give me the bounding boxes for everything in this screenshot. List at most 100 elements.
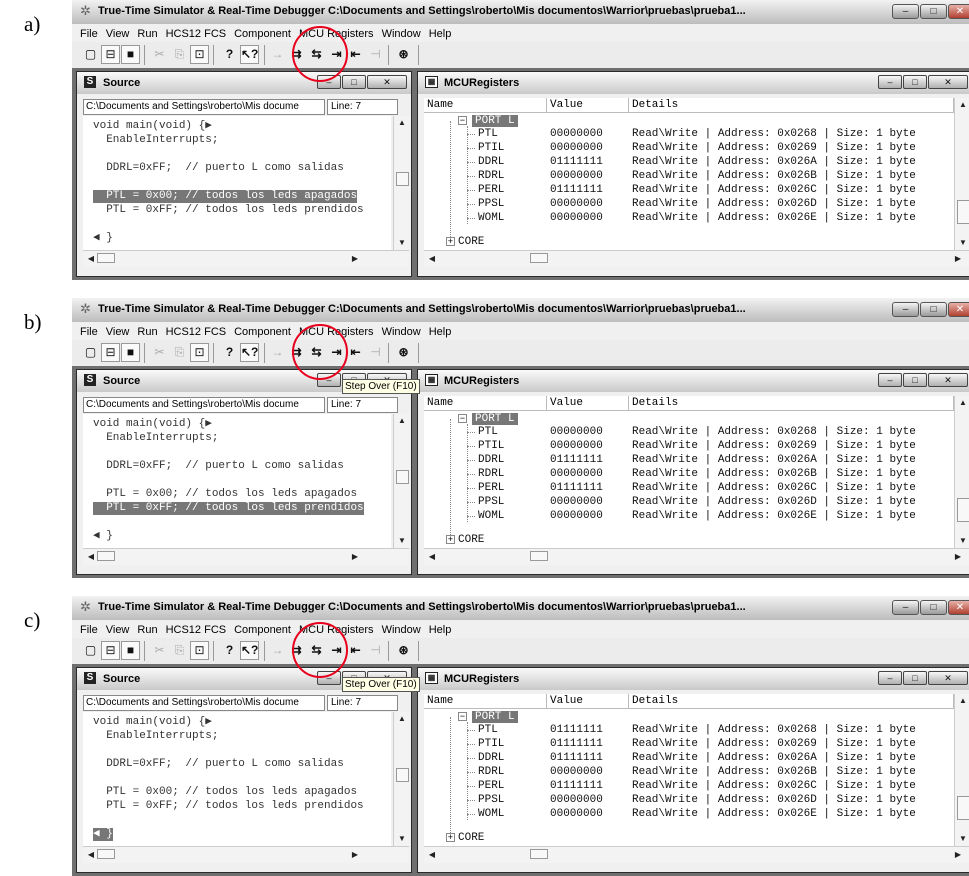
new-file-icon[interactable]: ▢ bbox=[81, 45, 100, 64]
app-close-button[interactable]: ✕ bbox=[948, 600, 969, 615]
assembly-step-icon[interactable]: ⇤ bbox=[346, 45, 365, 64]
column-header-name[interactable]: Name bbox=[424, 694, 547, 709]
scroll-up-icon[interactable]: ▲ bbox=[957, 398, 969, 407]
registers-close-button[interactable]: ✕ bbox=[928, 671, 968, 685]
paste-icon[interactable]: ⊡ bbox=[190, 343, 209, 362]
register-value[interactable]: 01111111 bbox=[550, 184, 603, 196]
scroll-thumb[interactable] bbox=[530, 849, 548, 859]
app-close-button[interactable]: ✕ bbox=[948, 302, 969, 317]
register-row-woml[interactable]: WOML 00000000 Read\Write | Address: 0x026E… bbox=[424, 212, 954, 224]
source-code-area[interactable]: void main(void) {▶ EnableInterrupts; DDR… bbox=[83, 116, 391, 250]
register-row-ppsl[interactable]: PPSL 00000000 Read\Write | Address: 0x026D… bbox=[424, 794, 954, 806]
source-horizontal-scrollbar[interactable]: ◀ ▶ bbox=[83, 250, 409, 267]
scroll-down-icon[interactable]: ▼ bbox=[396, 834, 408, 843]
column-header-name[interactable]: Name bbox=[424, 98, 547, 113]
scroll-up-icon[interactable]: ▲ bbox=[396, 714, 408, 723]
scroll-right-icon[interactable]: ▶ bbox=[952, 254, 964, 263]
register-row-ptl[interactable]: PTL 01111111 Read\Write | Address: 0x0268 … bbox=[424, 724, 954, 736]
copy-icon[interactable]: ⎘ bbox=[170, 641, 189, 660]
scroll-down-icon[interactable]: ▼ bbox=[396, 536, 408, 545]
menu-item-file[interactable]: File bbox=[72, 621, 102, 639]
menu-item-run[interactable]: Run bbox=[133, 25, 161, 43]
cut-icon[interactable]: ✂ bbox=[150, 641, 169, 660]
source-vertical-scrollbar[interactable]: ▲ ▼ bbox=[393, 116, 410, 250]
paste-icon[interactable]: ⊡ bbox=[190, 641, 209, 660]
reset-target-icon[interactable]: ⊛ bbox=[394, 641, 413, 660]
app-maximize-button[interactable]: □ bbox=[920, 4, 947, 19]
registers-close-button[interactable]: ✕ bbox=[928, 373, 968, 387]
register-row-rdrl[interactable]: RDRL 00000000 Read\Write | Address: 0x026B… bbox=[424, 766, 954, 778]
register-value[interactable]: 00000000 bbox=[550, 794, 603, 806]
scroll-left-icon[interactable]: ◀ bbox=[426, 850, 438, 859]
register-row-ddrl[interactable]: DDRL 01111111 Read\Write | Address: 0x026A… bbox=[424, 454, 954, 466]
scroll-thumb[interactable] bbox=[957, 200, 969, 224]
registers-vertical-scrollbar[interactable]: ▲ ▼ bbox=[954, 396, 969, 548]
register-value[interactable]: 00000000 bbox=[550, 440, 603, 452]
register-row-ptil[interactable]: PTIL 00000000 Read\Write | Address: 0x0269… bbox=[424, 440, 954, 452]
cut-icon[interactable]: ✂ bbox=[150, 343, 169, 362]
registers-vertical-scrollbar[interactable]: ▲ ▼ bbox=[954, 98, 969, 250]
copy-icon[interactable]: ⎘ bbox=[170, 343, 189, 362]
registers-maximize-button[interactable]: □ bbox=[903, 75, 927, 89]
context-help-icon[interactable]: ↖? bbox=[240, 45, 259, 64]
register-row-perl[interactable]: PERL 01111111 Read\Write | Address: 0x026C… bbox=[424, 482, 954, 494]
app-maximize-button[interactable]: □ bbox=[920, 600, 947, 615]
register-row-ddrl[interactable]: DDRL 01111111 Read\Write | Address: 0x026A… bbox=[424, 752, 954, 764]
scroll-right-icon[interactable]: ▶ bbox=[349, 552, 361, 561]
source-horizontal-scrollbar[interactable]: ◀ ▶ bbox=[83, 548, 409, 565]
menu-item-component[interactable]: Component bbox=[230, 323, 295, 341]
source-maximize-button[interactable]: □ bbox=[342, 75, 366, 89]
scroll-up-icon[interactable]: ▲ bbox=[957, 696, 969, 705]
menu-item-help[interactable]: Help bbox=[425, 25, 456, 43]
cut-icon[interactable]: ✂ bbox=[150, 45, 169, 64]
menu-item-window[interactable]: Window bbox=[378, 25, 425, 43]
registers-minimize-button[interactable]: – bbox=[878, 671, 902, 685]
collapse-port-l-icon[interactable]: − bbox=[458, 712, 467, 722]
register-row-woml[interactable]: WOML 00000000 Read\Write | Address: 0x026E… bbox=[424, 510, 954, 522]
open-folder-icon[interactable]: ⊟ bbox=[101, 641, 120, 660]
menu-item-component[interactable]: Component bbox=[230, 621, 295, 639]
register-value[interactable]: 00000000 bbox=[550, 426, 603, 438]
scroll-left-icon[interactable]: ◀ bbox=[85, 254, 97, 263]
registers-vertical-scrollbar[interactable]: ▲ ▼ bbox=[954, 694, 969, 846]
registers-minimize-button[interactable]: – bbox=[878, 75, 902, 89]
menu-item-file[interactable]: File bbox=[72, 25, 102, 43]
register-group-port-l[interactable]: PORT L bbox=[472, 413, 518, 425]
halt-icon[interactable]: ⊣ bbox=[366, 45, 385, 64]
register-value[interactable]: 00000000 bbox=[550, 808, 603, 820]
menu-item-view[interactable]: View bbox=[102, 25, 134, 43]
register-value[interactable]: 00000000 bbox=[550, 212, 603, 224]
registers-minimize-button[interactable]: – bbox=[878, 373, 902, 387]
column-header-details[interactable]: Details bbox=[629, 98, 954, 113]
register-group-core[interactable]: CORE bbox=[424, 534, 954, 546]
column-header-value[interactable]: Value bbox=[547, 694, 629, 709]
open-folder-icon[interactable]: ⊟ bbox=[101, 45, 120, 64]
column-header-value[interactable]: Value bbox=[547, 98, 629, 113]
help-icon[interactable]: ? bbox=[220, 45, 239, 64]
start-continue-icon[interactable]: → bbox=[268, 45, 287, 64]
register-value[interactable]: 01111111 bbox=[550, 780, 603, 792]
register-row-perl[interactable]: PERL 01111111 Read\Write | Address: 0x026C… bbox=[424, 780, 954, 792]
register-value[interactable]: 01111111 bbox=[550, 156, 603, 168]
scroll-down-icon[interactable]: ▼ bbox=[957, 536, 969, 545]
scroll-thumb[interactable] bbox=[396, 768, 409, 782]
start-continue-icon[interactable]: → bbox=[268, 641, 287, 660]
registers-horizontal-scrollbar[interactable]: ◀ ▶ bbox=[424, 846, 969, 863]
register-group-core[interactable]: CORE bbox=[424, 832, 954, 844]
app-minimize-button[interactable]: – bbox=[892, 600, 919, 615]
menu-item-window[interactable]: Window bbox=[378, 323, 425, 341]
menu-item-component[interactable]: Component bbox=[230, 25, 295, 43]
scroll-left-icon[interactable]: ◀ bbox=[85, 850, 97, 859]
menu-item-window[interactable]: Window bbox=[378, 621, 425, 639]
scroll-down-icon[interactable]: ▼ bbox=[957, 834, 969, 843]
scroll-up-icon[interactable]: ▲ bbox=[396, 118, 408, 127]
register-value[interactable]: 00000000 bbox=[550, 766, 603, 778]
register-value[interactable]: 00000000 bbox=[550, 468, 603, 480]
halt-icon[interactable]: ⊣ bbox=[366, 641, 385, 660]
source-horizontal-scrollbar[interactable]: ◀ ▶ bbox=[83, 846, 409, 863]
register-value[interactable]: 00000000 bbox=[550, 142, 603, 154]
menu-item-view[interactable]: View bbox=[102, 621, 134, 639]
menu-item-file[interactable]: File bbox=[72, 323, 102, 341]
app-minimize-button[interactable]: – bbox=[892, 302, 919, 317]
app-minimize-button[interactable]: – bbox=[892, 4, 919, 19]
